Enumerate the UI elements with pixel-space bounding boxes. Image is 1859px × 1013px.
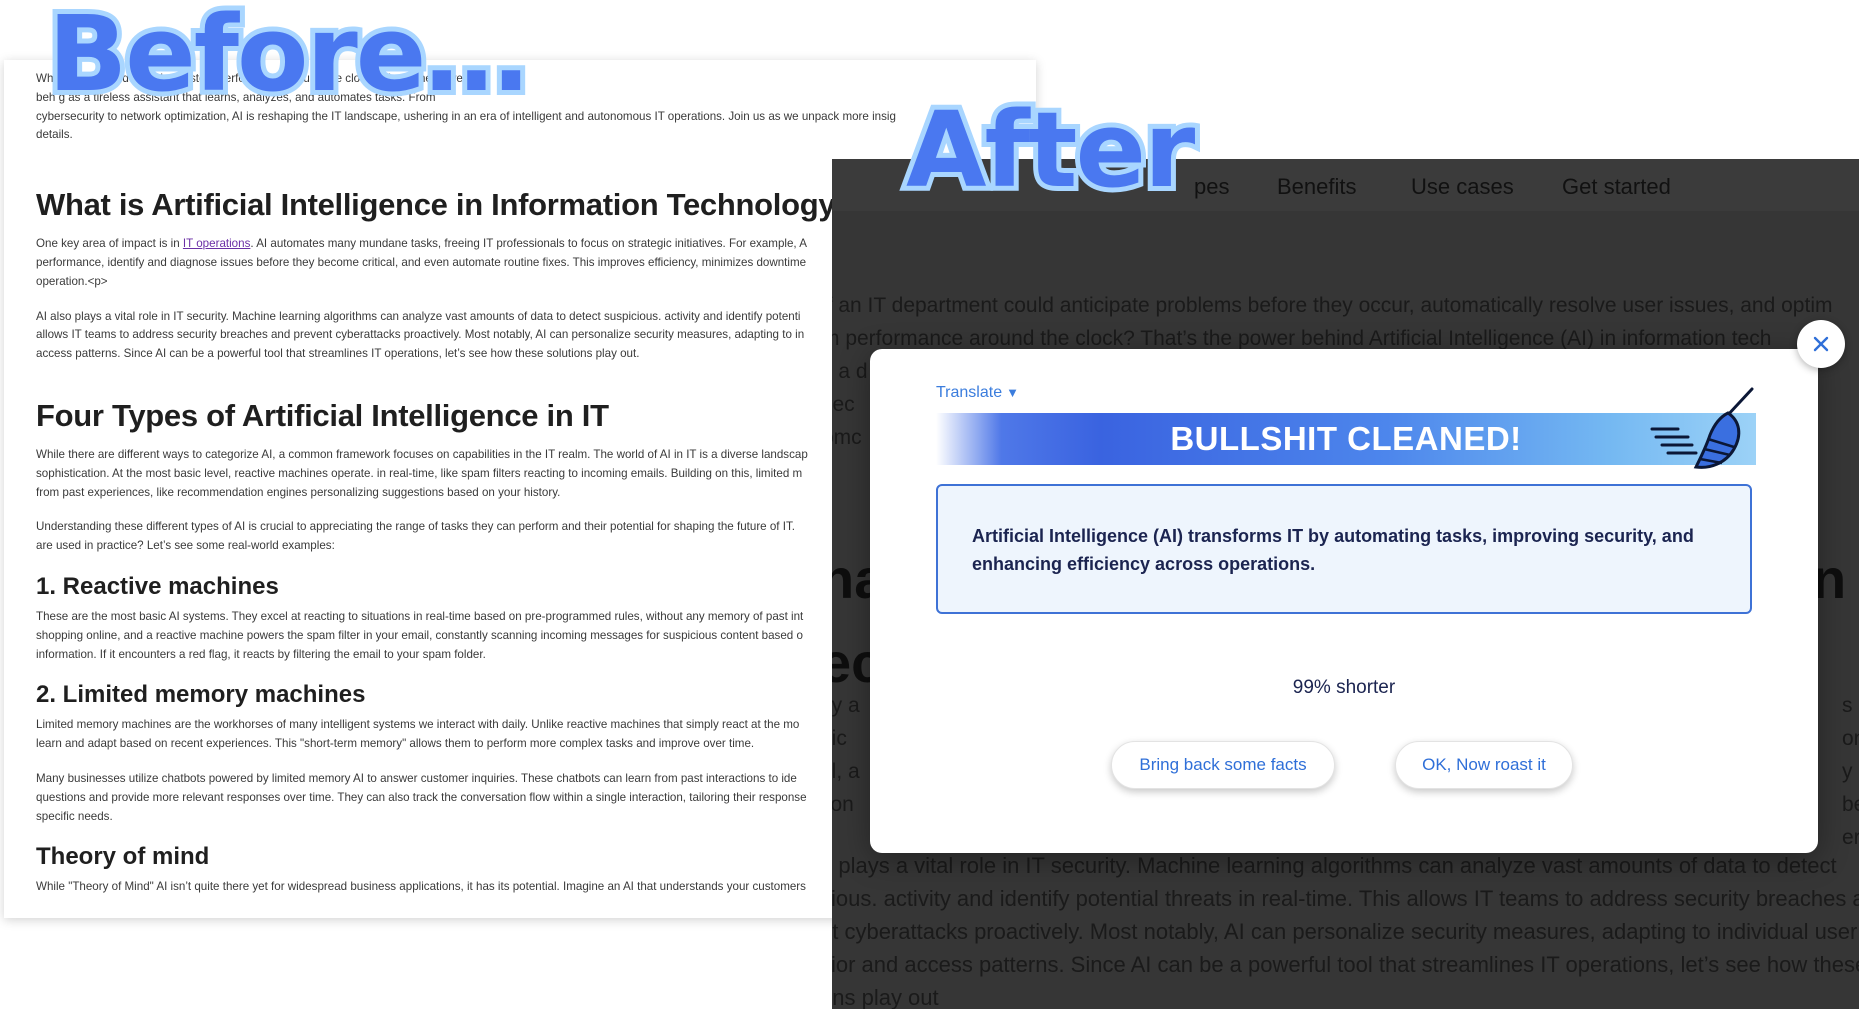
- nav-link-types[interactable]: pes: [1194, 173, 1229, 201]
- it-operations-link[interactable]: IT operations: [183, 237, 250, 250]
- after-security-text: o plays a vital role in IT security. Mac…: [832, 849, 1859, 1009]
- nav-link-get-started[interactable]: Get started: [1562, 173, 1671, 201]
- roast-button[interactable]: OK, Now roast it: [1395, 741, 1573, 789]
- ops-text: One key area of impact is in: [36, 237, 183, 251]
- para-line: vior and access patterns. Since AI can b…: [832, 952, 1859, 977]
- para-line: if an IT department could anticipate pro…: [832, 294, 1833, 317]
- translate-dropdown[interactable]: Translate ▼: [936, 384, 1019, 402]
- after-label: After: [901, 89, 1200, 211]
- caret-down-icon: ▼: [1006, 385, 1019, 400]
- para-line: Many businesses utilize chatbots powered…: [36, 771, 797, 785]
- para-line: o plays a vital role in IT security. Mac…: [832, 853, 1837, 878]
- bring-back-facts-button[interactable]: Bring back some facts: [1111, 741, 1335, 789]
- summary-modal: Translate ▼ BULLSHIT CLEANED! Artificial …: [870, 349, 1818, 853]
- para-line: Understanding these different types of A…: [36, 520, 795, 534]
- para-line: s on: [1842, 694, 1859, 750]
- para-line: While there are different ways to catego…: [36, 447, 808, 461]
- para-line: information. If it encounters a red flag…: [36, 647, 486, 661]
- para-line: gic: [832, 727, 847, 750]
- para-line: These are the most basic AI systems. The…: [36, 609, 804, 623]
- comparison-stage: Wh er issues, and optimize system perfor…: [0, 0, 1859, 1013]
- para-line: from past experiences, like recommendati…: [36, 485, 561, 499]
- para-line: y be: [1842, 760, 1859, 816]
- para-line: access patterns. Since AI can be a power…: [36, 347, 640, 361]
- banner-title: BULLSHIT CLEANED!: [1170, 420, 1522, 457]
- shorter-percentage: 99% shorter: [1292, 677, 1396, 698]
- after-right-fragments: s on y be er: [1842, 689, 1859, 854]
- intro-line: details.: [36, 128, 73, 142]
- summary-text: Artificial Intelligence (AI) transforms …: [972, 526, 1694, 574]
- para-line: are used in practice? Let’s see some rea…: [36, 539, 335, 553]
- para-line: sophistication. At the most basic level,…: [36, 466, 803, 480]
- para-line: ey a: [832, 694, 860, 717]
- before-label: Before…: [43, 0, 533, 115]
- para-line: ons play out: [832, 985, 939, 1009]
- para-line: learn and adapt based on recent experien…: [36, 737, 755, 751]
- para-line: questions and provide more relevant resp…: [36, 790, 807, 804]
- broom-icon: [1650, 387, 1754, 469]
- para-line: cious. activity and identify potential t…: [832, 886, 1859, 911]
- ops-text: operation.<p>: [36, 274, 108, 288]
- nav-link-benefits[interactable]: Benefits: [1277, 173, 1357, 201]
- after-left-fragments: ey a gic al, a tion: [832, 689, 860, 821]
- close-button[interactable]: [1797, 320, 1845, 368]
- close-icon: [1813, 336, 1829, 352]
- cleaned-banner: BULLSHIT CLEANED!: [936, 413, 1756, 465]
- nav-link-use-cases[interactable]: Use cases: [1411, 173, 1514, 201]
- para-line: shopping online, and a reactive machine …: [36, 628, 803, 642]
- para-line: Limited memory machines are the workhors…: [36, 718, 800, 732]
- para-line: allows IT teams to address security brea…: [36, 328, 805, 342]
- para-line: AI also plays a vital role in IT securit…: [36, 309, 801, 323]
- para-line: al, a: [832, 760, 860, 783]
- ops-text: . AI automates many mundane tasks, freei…: [250, 237, 807, 251]
- para-line: specific needs.: [36, 809, 113, 823]
- para-line: tion: [832, 793, 854, 816]
- summary-box: Artificial Intelligence (AI) transforms …: [936, 484, 1752, 614]
- ops-text: performance, identify and diagnose issue…: [36, 255, 807, 269]
- para-line: nt cyberattacks proactively. Most notabl…: [832, 919, 1858, 944]
- translate-label: Translate: [936, 384, 1003, 401]
